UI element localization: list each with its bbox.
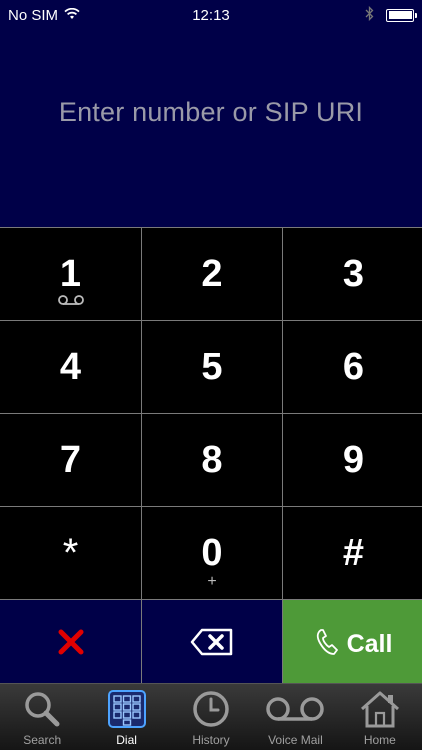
- x-icon: [57, 628, 85, 661]
- dialpad-icon: [107, 689, 146, 729]
- clear-button[interactable]: [0, 600, 141, 688]
- home-icon: [358, 689, 402, 729]
- key-digit: 9: [342, 439, 365, 481]
- key-digit: 2: [201, 253, 223, 295]
- search-icon: [22, 689, 62, 729]
- key-2[interactable]: 2: [142, 228, 282, 320]
- tab-voice-mail[interactable]: Voice Mail: [253, 684, 337, 750]
- key-7[interactable]: 7: [0, 414, 141, 506]
- key-digit: 1: [59, 253, 82, 295]
- key-star[interactable]: *: [0, 507, 141, 599]
- number-display[interactable]: Enter number or SIP URI: [0, 30, 422, 227]
- key-1[interactable]: 1: [0, 228, 141, 320]
- key-4[interactable]: 4: [0, 321, 141, 413]
- phone-icon: [315, 628, 341, 661]
- key-8[interactable]: 8: [142, 414, 282, 506]
- key-9[interactable]: 9: [283, 414, 422, 506]
- key-sub-plus: +: [207, 573, 217, 590]
- key-hash[interactable]: #: [283, 507, 422, 599]
- key-digit: 0: [201, 532, 223, 574]
- clock-icon: [191, 689, 231, 729]
- number-placeholder: Enter number or SIP URI: [58, 97, 364, 127]
- voicemail-icon: [0, 294, 141, 306]
- key-digit: 7: [59, 439, 82, 481]
- tab-history[interactable]: History: [169, 684, 253, 750]
- key-digit: 3: [342, 253, 365, 295]
- bluetooth-icon: [365, 5, 374, 25]
- key-digit: 6: [342, 346, 365, 388]
- battery-icon: [386, 8, 417, 22]
- tab-label: Voice Mail: [268, 733, 323, 747]
- status-right: [264, 5, 417, 25]
- status-left: No SIM: [8, 7, 158, 24]
- tab-home[interactable]: Home: [338, 684, 422, 750]
- wifi-icon: [64, 7, 80, 24]
- key-digit: *: [62, 531, 79, 575]
- key-3[interactable]: 3: [283, 228, 422, 320]
- key-5[interactable]: 5: [142, 321, 282, 413]
- call-label: Call: [346, 629, 393, 658]
- carrier-label: No SIM: [8, 6, 59, 24]
- key-digit: #: [342, 532, 365, 574]
- status-time: 12:13: [192, 6, 230, 24]
- voicemail-icon: [264, 689, 326, 729]
- tab-label: Dial: [116, 733, 137, 747]
- call-button[interactable]: Call: [283, 600, 422, 688]
- tab-bar: Search Dial History Voice Mail Home: [0, 683, 422, 750]
- key-digit: 4: [59, 346, 82, 388]
- dial-keypad: 1 2 3 4 5 6 7 8 9 * 0 + # Call: [0, 227, 422, 688]
- backspace-button[interactable]: [142, 600, 282, 688]
- status-bar: No SIM 12:13: [0, 0, 422, 30]
- key-6[interactable]: 6: [283, 321, 422, 413]
- tab-dial[interactable]: Dial: [84, 684, 168, 750]
- key-digit: 8: [201, 439, 223, 481]
- key-0[interactable]: 0 +: [142, 507, 282, 599]
- tab-label: Search: [23, 733, 62, 747]
- backspace-icon: [190, 628, 234, 661]
- tab-label: Home: [363, 733, 396, 747]
- tab-search[interactable]: Search: [0, 684, 84, 750]
- tab-label: History: [192, 733, 230, 747]
- key-digit: 5: [201, 346, 223, 388]
